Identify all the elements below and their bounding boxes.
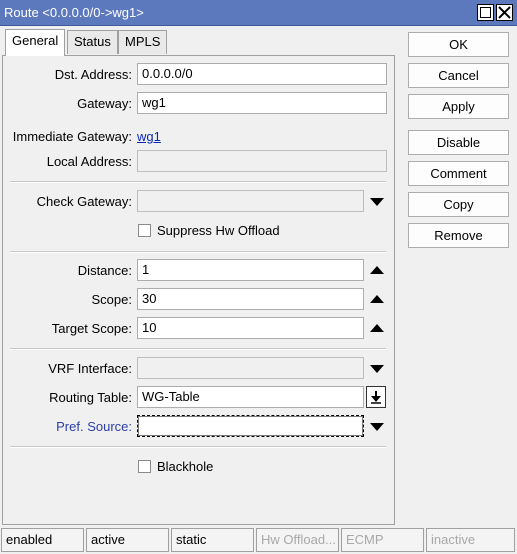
status-ecmp: ECMP [341,528,424,552]
status-inactive: inactive [426,528,515,552]
window-title: Route <0.0.0.0/0->wg1> [4,5,144,20]
dst-address-label: Dst. Address: [54,67,132,82]
close-icon [498,6,511,19]
status-static: static [171,528,254,552]
vrf-interface-dropdown-icon[interactable] [370,365,384,373]
distance-collapse-icon[interactable] [370,266,384,274]
vrf-interface-label: VRF Interface: [48,361,132,376]
cancel-button[interactable]: Cancel [408,63,509,88]
routing-table-select[interactable]: WG-Table [137,386,364,408]
gateway-label: Gateway: [77,96,132,111]
target-scope-field[interactable]: 10 [137,317,364,339]
check-gateway-select[interactable] [137,190,364,212]
scope-label: Scope: [91,292,132,307]
distance-label: Distance: [77,263,132,278]
blackhole-label: Blackhole [157,459,214,474]
status-enabled: enabled [1,528,84,552]
status-active: active [86,528,169,552]
chevron-down-icon [371,391,381,404]
copy-button[interactable]: Copy [408,192,509,217]
distance-field[interactable]: 1 [137,259,364,281]
suppress-hw-offload-checkbox[interactable] [138,224,151,237]
ok-button[interactable]: OK [408,32,509,57]
separator [10,446,386,448]
separator [10,348,386,350]
apply-button[interactable]: Apply [408,94,509,119]
scope-collapse-icon[interactable] [370,295,384,303]
check-gateway-dropdown-icon[interactable] [370,198,384,206]
tab-mpls[interactable]: MPLS [118,30,168,54]
maximize-button[interactable] [477,4,494,21]
tab-status[interactable]: Status [67,30,118,54]
suppress-hw-offload-label: Suppress Hw Offload [157,223,280,238]
title-bar: Route <0.0.0.0/0->wg1> [0,0,517,26]
remove-button[interactable]: Remove [408,223,509,248]
status-hw-offload: Hw Offload... [256,528,339,552]
maximize-icon [480,7,491,18]
comment-button[interactable]: Comment [408,161,509,186]
separator [10,251,386,253]
pref-source-label: Pref. Source: [56,419,132,434]
gateway-field[interactable]: wg1 [137,92,387,114]
pref-source-dropdown-icon[interactable] [370,423,384,431]
immediate-gateway-link[interactable]: wg1 [137,129,161,144]
target-scope-collapse-icon[interactable] [370,324,384,332]
tab-general[interactable]: General [5,29,66,56]
disable-button[interactable]: Disable [408,130,509,155]
check-gateway-label: Check Gateway: [36,194,132,209]
vrf-interface-select[interactable] [137,357,364,379]
scope-field[interactable]: 30 [137,288,364,310]
target-scope-label: Target Scope: [51,321,132,336]
separator [10,181,386,183]
blackhole-checkbox[interactable] [138,460,151,473]
routing-table-dropdown-button[interactable] [366,386,386,408]
pref-source-select[interactable] [137,415,364,437]
dst-address-field[interactable]: 0.0.0.0/0 [137,63,387,85]
close-button[interactable] [496,4,513,21]
routing-table-label: Routing Table: [49,390,132,405]
local-address-field [137,150,387,172]
local-address-label: Local Address: [46,154,132,169]
immediate-gateway-label: Immediate Gateway: [12,129,132,144]
